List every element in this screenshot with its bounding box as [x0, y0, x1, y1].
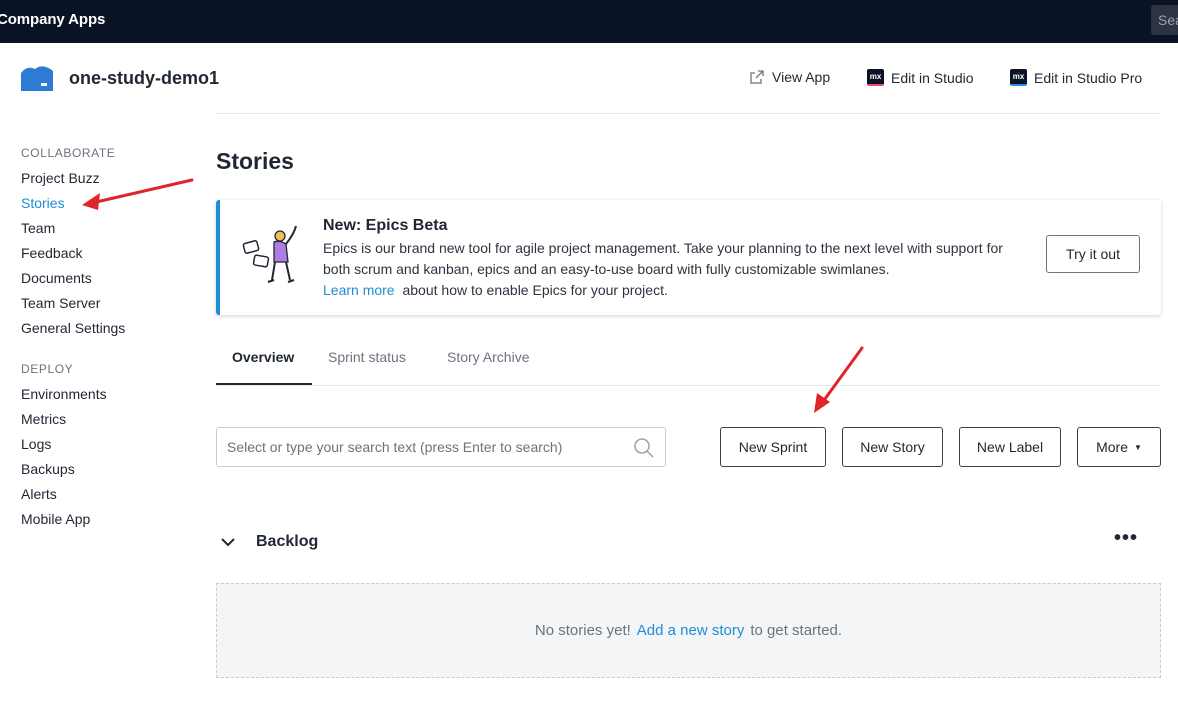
search-icon [634, 438, 654, 458]
stories-tabs: Overview Sprint status Story Archive [216, 333, 1161, 386]
backlog-title: Backlog [256, 533, 319, 550]
app-name: one-study-demo1 [69, 68, 220, 88]
sidebar-item-environments[interactable]: Environments [21, 382, 191, 407]
global-search-input[interactable]: Search [1151, 5, 1178, 35]
top-bar: Company Apps Search [0, 0, 1178, 43]
sidebar-item-team-server[interactable]: Team Server [21, 291, 191, 316]
edit-in-studio-pro-link[interactable]: mx Edit in Studio Pro [1010, 69, 1142, 86]
sidebar-item-general-settings[interactable]: General Settings [21, 316, 191, 341]
more-button[interactable]: More ▼ [1077, 427, 1161, 467]
sidebar-item-logs[interactable]: Logs [21, 432, 191, 457]
learn-more-link[interactable]: Learn more [323, 282, 395, 298]
sidebar-item-backups[interactable]: Backups [21, 457, 191, 482]
sidebar-item-team[interactable]: Team [21, 216, 191, 241]
epics-illustration-icon [242, 225, 297, 283]
sidebar-item-mobile-app[interactable]: Mobile App [21, 507, 191, 532]
more-options-icon[interactable]: ••• [1114, 527, 1138, 550]
banner-text: Epics is our brand new tool for agile pr… [323, 238, 1023, 301]
story-search-input[interactable]: Select or type your search text (press E… [216, 427, 666, 467]
studio-icon: mx [867, 69, 884, 86]
try-it-out-button[interactable]: Try it out [1046, 235, 1140, 273]
more-label: More [1096, 439, 1128, 455]
sidebar-item-project-buzz[interactable]: Project Buzz [21, 166, 191, 191]
edit-in-studio-pro-label: Edit in Studio Pro [1034, 69, 1143, 86]
backlog-header: Backlog ••• [216, 525, 1161, 561]
new-label-button[interactable]: New Label [959, 427, 1061, 467]
sidebar-item-documents[interactable]: Documents [21, 266, 191, 291]
app-cloud-icon [21, 66, 53, 91]
sidebar-item-alerts[interactable]: Alerts [21, 482, 191, 507]
view-app-label: View App [772, 69, 831, 85]
empty-text: No stories yet! [534, 622, 631, 639]
banner-title: New: Epics Beta [323, 217, 448, 234]
tab-overview[interactable]: Overview [216, 333, 312, 385]
edit-in-studio-label: Edit in Studio [891, 69, 974, 86]
header-divider [216, 113, 1161, 114]
banner-description: Epics is our brand new tool for agile pr… [323, 240, 1003, 277]
epics-beta-banner: New: Epics Beta Epics is our brand new t… [216, 200, 1161, 315]
tab-story-archive[interactable]: Story Archive [431, 333, 545, 385]
external-link-icon [750, 70, 764, 84]
sidebar-item-metrics[interactable]: Metrics [21, 407, 191, 432]
studio-pro-icon: mx [1010, 69, 1027, 86]
chevron-down-icon[interactable] [220, 534, 236, 550]
sidebar: COLLABORATE Project Buzz Stories Team Fe… [21, 146, 191, 532]
empty-suffix: to get started. [750, 622, 843, 639]
view-app-link[interactable]: View App [749, 69, 830, 85]
search-placeholder: Select or type your search text (press E… [227, 439, 563, 455]
deploy-heading: DEPLOY [21, 362, 74, 376]
edit-in-studio-link[interactable]: mx Edit in Studio [867, 69, 974, 86]
sidebar-item-stories[interactable]: Stories [21, 191, 191, 216]
page-title: Stories [216, 148, 294, 174]
tab-sprint-status[interactable]: Sprint status [312, 333, 422, 385]
company-apps-brand[interactable]: Company Apps [0, 11, 105, 28]
new-story-button[interactable]: New Story [842, 427, 943, 467]
add-new-story-link[interactable]: Add a new story [637, 622, 745, 639]
learn-more-suffix: about how to enable Epics for your proje… [402, 282, 668, 298]
caret-down-icon: ▼ [1133, 442, 1142, 452]
collaborate-heading: COLLABORATE [21, 146, 116, 160]
sidebar-item-feedback[interactable]: Feedback [21, 241, 191, 266]
new-sprint-button[interactable]: New Sprint [720, 427, 826, 467]
backlog-empty-state: No stories yet! Add a new story to get s… [216, 583, 1161, 678]
app-header: one-study-demo1 View App mx Edit in Stud… [0, 43, 1178, 113]
